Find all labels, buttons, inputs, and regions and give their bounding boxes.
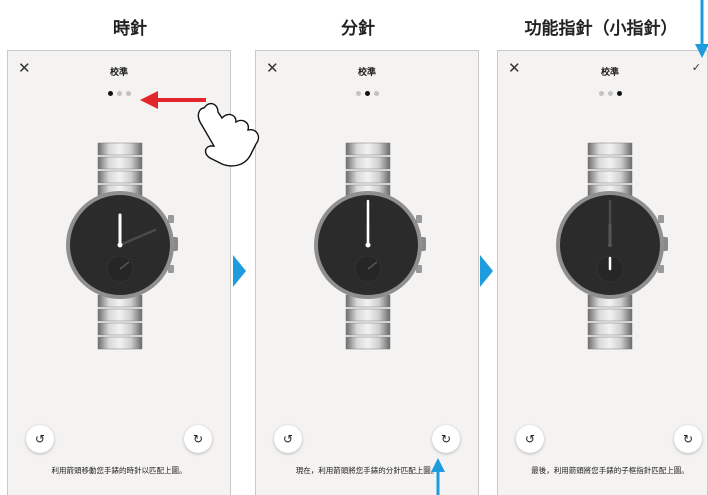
pusher-top [658,215,664,223]
heading-hour-hand: 時針 [113,19,147,39]
hand-pivot [365,242,371,248]
instruction-text: 現在，利用箭頭將您手錶的分針匹配上圖。 [295,466,439,475]
instruction-text: 利用箭頭移動您手錶的時針以匹配上圖。 [51,466,187,475]
page-indicator [498,88,707,96]
rotate-left-button[interactable]: ↺ [274,425,302,453]
pusher-top [416,215,422,223]
page-dot-1 [107,91,113,96]
page-dot-1 [355,91,361,96]
rotate-left-button[interactable]: ↺ [26,425,54,453]
watch-band-top [587,142,633,198]
phone-screen-hour: ✕ 校準 ↺ ↻ 利用箭頭移動您手錶的時針以匹配上圖。 [7,50,231,495]
phone-screen-minute: ✕ 校準 ↺ ↻ 現在，利用箭頭將您手錶的分針匹配上圖。 [255,50,479,495]
next-step-arrow-icon [233,255,246,287]
heading-function-hand: 功能指針（小指針） [524,19,678,39]
page-indicator [8,88,230,96]
page-dot-2 [607,91,613,96]
pusher-top [168,215,174,223]
watch-band-bottom [345,294,391,350]
next-step-arrow-icon [480,255,493,287]
screen-title: 校準 [109,68,128,78]
hand-pivot [608,243,612,247]
check-icon[interactable]: ✓ [692,61,701,74]
page-dot-2 [116,91,122,96]
rotate-right-button[interactable]: ↻ [184,425,212,453]
watch-band-top [97,142,143,198]
page-dot-3 [373,91,379,96]
phone-screen-function: ✕ 校準 ✓ ↺ ↻ 最後，利用箭頭將您手錶的子框指針匹配上圖。 [497,50,708,495]
page-dot-1 [598,91,604,96]
heading-minute-hand: 分針 [341,19,375,39]
page-dot-3 [616,91,622,96]
watch-image [66,142,178,350]
page-indicator [256,88,478,96]
screen-title: 校準 [357,68,376,78]
page-dot-3 [125,91,131,96]
watch-band-bottom [97,294,143,350]
watch-image [314,142,426,350]
watch-image [556,142,668,350]
hand-pivot [117,242,123,248]
watch-band-top [345,142,391,198]
rotate-left-button[interactable]: ↺ [516,425,544,453]
screen-title: 校準 [600,68,619,78]
page-dot-2 [364,91,370,96]
rotate-right-button[interactable]: ↻ [432,425,460,453]
rotate-right-button[interactable]: ↻ [674,425,702,453]
instruction-text: 最後，利用箭頭將您手錶的子框指針匹配上圖。 [531,466,689,475]
watch-band-bottom [587,294,633,350]
